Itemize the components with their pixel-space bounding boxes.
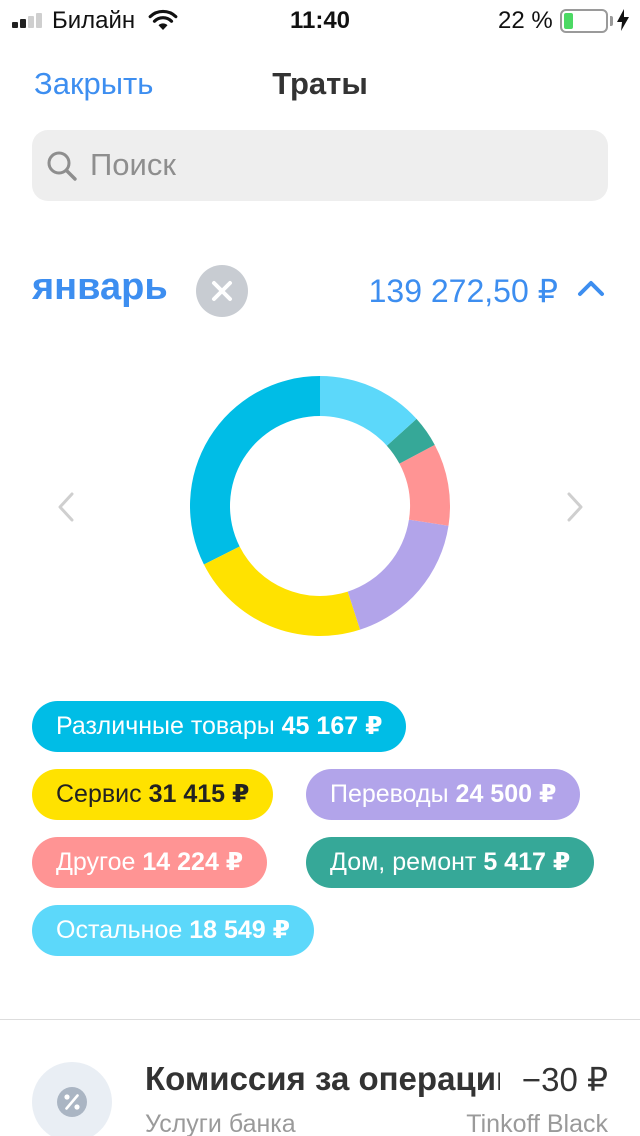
battery-cap bbox=[610, 16, 613, 26]
search-icon bbox=[47, 151, 77, 181]
category-chip-other[interactable]: Другое 14 224 ₽ bbox=[32, 837, 268, 888]
spending-donut-chart[interactable] bbox=[188, 374, 452, 638]
percent-icon bbox=[57, 1087, 87, 1117]
chevron-left-icon[interactable] bbox=[54, 490, 78, 524]
category-name: Сервис bbox=[56, 780, 142, 808]
category-amount: 31 415 ₽ bbox=[148, 780, 250, 808]
category-amount: 5 417 ₽ bbox=[483, 848, 571, 876]
category-amount: 14 224 ₽ bbox=[142, 848, 244, 876]
page-title: Траты bbox=[272, 66, 368, 101]
transaction-title[interactable]: Комиссия за операции bbox=[145, 1060, 500, 1098]
status-bar: Билайн 11:40 22 % bbox=[0, 0, 640, 40]
category-amount: 18 549 ₽ bbox=[189, 916, 291, 944]
month-label[interactable]: январь bbox=[32, 266, 168, 309]
month-total: 139 272,50 ₽ bbox=[368, 273, 558, 309]
category-amount: 45 167 ₽ bbox=[281, 712, 383, 740]
category-name: Другое bbox=[56, 848, 136, 876]
donut-slice-transfers[interactable] bbox=[347, 519, 449, 630]
search-bar[interactable] bbox=[32, 130, 608, 201]
chevron-up-icon[interactable] bbox=[576, 278, 606, 298]
search-input[interactable] bbox=[90, 142, 590, 188]
category-name: Переводы bbox=[330, 780, 449, 808]
charging-bolt-icon bbox=[617, 9, 629, 31]
battery-percent: 22 % bbox=[498, 7, 553, 34]
close-icon bbox=[212, 281, 232, 301]
battery-icon bbox=[560, 9, 608, 33]
transaction-card: Tinkoff Black bbox=[466, 1110, 608, 1136]
category-chip-transfers[interactable]: Переводы 24 500 ₽ bbox=[306, 769, 581, 820]
battery-level bbox=[564, 13, 573, 29]
category-chip-rest[interactable]: Остальное 18 549 ₽ bbox=[32, 905, 315, 956]
category-chip-home-repair[interactable]: Дом, ремонт 5 417 ₽ bbox=[306, 837, 595, 888]
category-name: Остальное bbox=[56, 916, 183, 944]
clear-month-button[interactable] bbox=[196, 265, 248, 317]
transaction-category: Услуги банка bbox=[145, 1110, 296, 1136]
screen: Билайн 11:40 22 % Закрыть Траты январь bbox=[0, 0, 640, 1136]
donut-slice-goods[interactable] bbox=[190, 376, 320, 565]
donut-slice-service[interactable] bbox=[203, 546, 361, 636]
category-name: Различные товары bbox=[56, 712, 275, 740]
category-amount: 24 500 ₽ bbox=[455, 780, 557, 808]
category-name: Дом, ремонт bbox=[330, 848, 477, 876]
category-chip-service[interactable]: Сервис 31 415 ₽ bbox=[32, 769, 274, 820]
transaction-icon bbox=[32, 1062, 112, 1136]
category-chip-goods[interactable]: Различные товары 45 167 ₽ bbox=[32, 701, 407, 752]
chevron-right-icon[interactable] bbox=[563, 490, 587, 524]
transaction-amount: −30 ₽ bbox=[521, 1061, 608, 1098]
divider bbox=[0, 1019, 640, 1020]
